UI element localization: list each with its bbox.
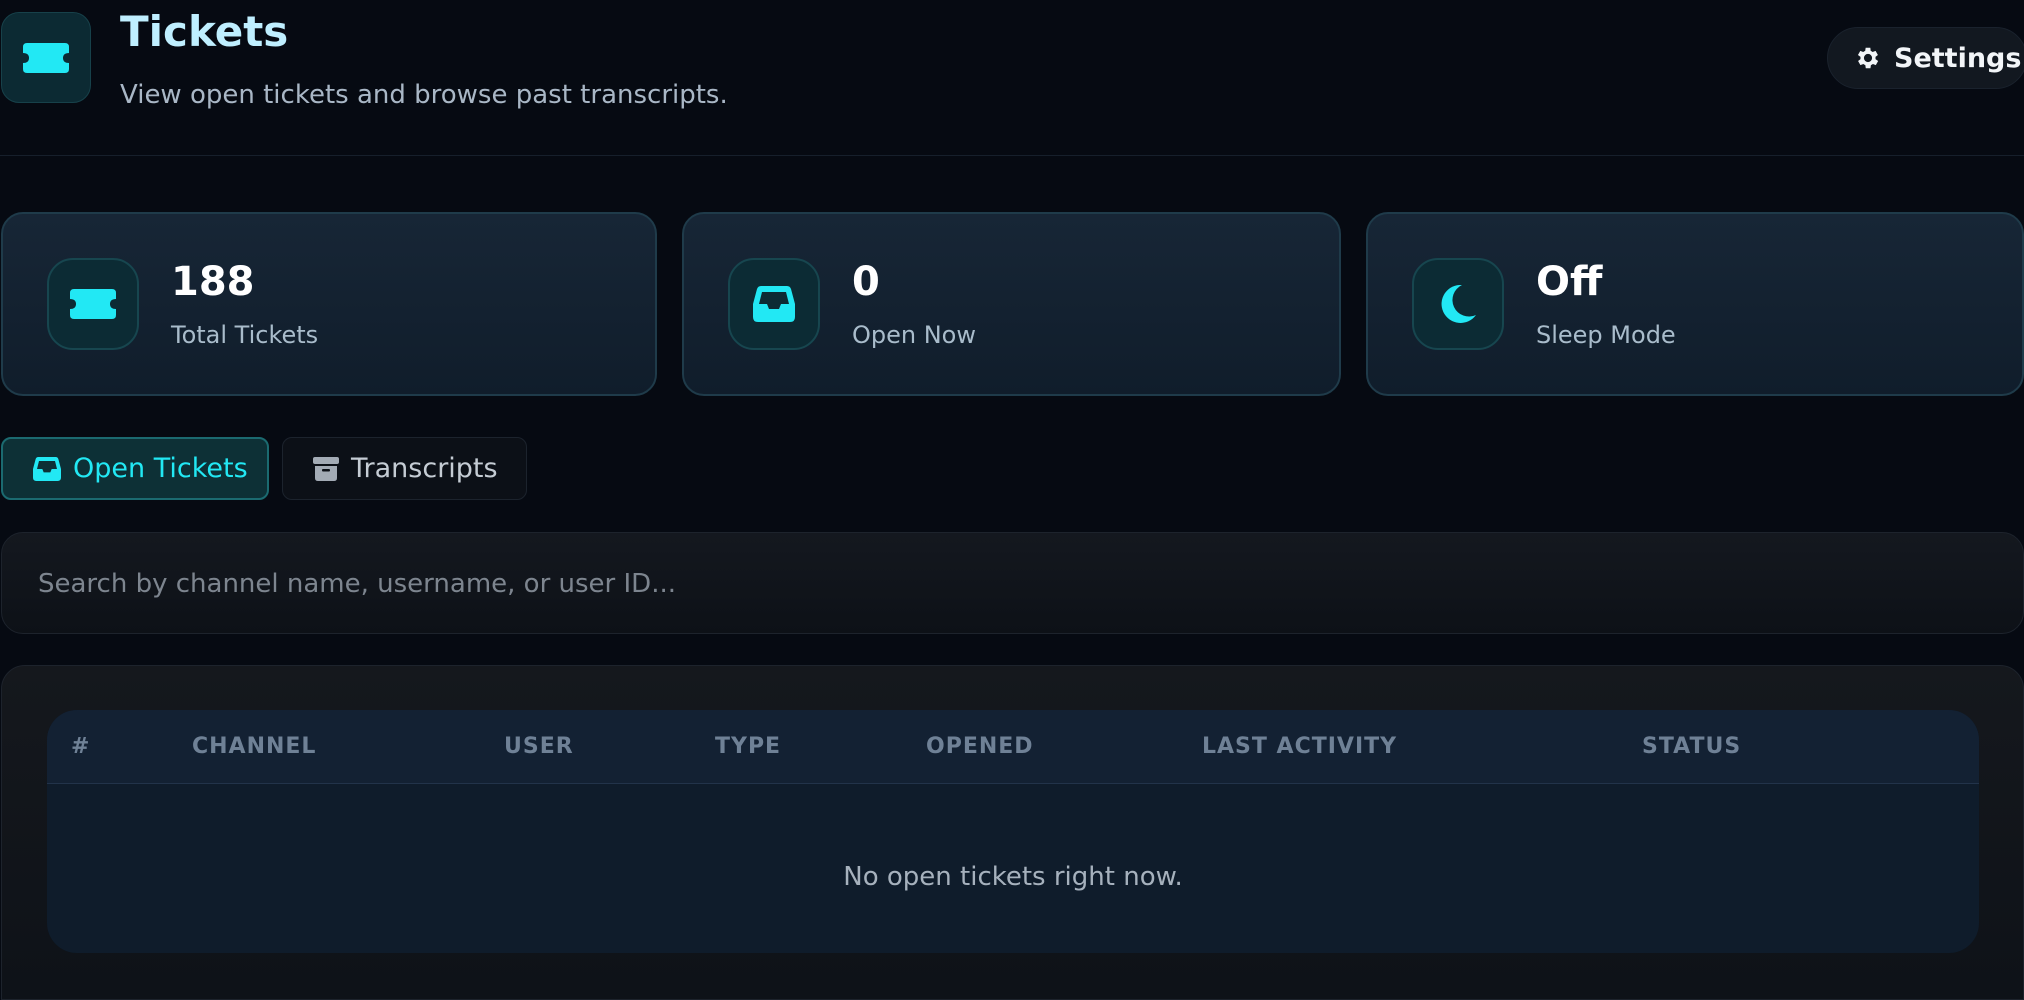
tab-label: Open Tickets [73,453,248,484]
stat-card-total-tickets: 188 Total Tickets [1,212,657,396]
tab-label: Transcripts [351,453,498,484]
stat-label: Sleep Mode [1536,321,1676,349]
settings-label: Settings [1894,42,2022,74]
column-header-user: USER [504,734,574,759]
column-header-opened: OPENED [926,734,1034,759]
stat-label: Open Now [852,321,976,349]
settings-button[interactable]: Settings [1827,27,2024,89]
table-header: # CHANNEL USER TYPE OPENED LAST ACTIVITY… [47,710,1979,784]
inbox-icon [33,456,61,481]
page-subtitle: View open tickets and browse past transc… [120,80,728,110]
ticket-icon [1,12,91,103]
stat-value: Off [1536,259,1603,305]
ticket-icon [47,258,139,350]
search-input[interactable] [38,557,1938,611]
tickets-page: Tickets View open tickets and browse pas… [0,0,2024,1000]
page-header: Tickets View open tickets and browse pas… [0,0,2024,156]
tab-transcripts[interactable]: Transcripts [282,437,527,500]
archive-icon [313,456,339,481]
gear-icon [1854,44,1882,72]
column-header-type: TYPE [715,734,782,759]
stat-card-sleep-mode: Off Sleep Mode [1366,212,2024,396]
moon-icon [1412,258,1504,350]
column-header-last-activity: LAST ACTIVITY [1202,734,1398,759]
column-header-channel: CHANNEL [192,734,317,759]
column-header-status: STATUS [1642,734,1742,759]
inbox-icon [728,258,820,350]
column-header-number: # [71,734,91,759]
search-container [1,532,2024,634]
stat-value: 0 [852,259,880,305]
tab-open-tickets[interactable]: Open Tickets [1,437,269,500]
stat-card-open-now: 0 Open Now [682,212,1341,396]
empty-state-message: No open tickets right now. [843,862,1183,892]
tickets-table: # CHANNEL USER TYPE OPENED LAST ACTIVITY… [47,710,1979,953]
stat-value: 188 [171,259,255,305]
page-title: Tickets [120,7,289,56]
tickets-table-panel: # CHANNEL USER TYPE OPENED LAST ACTIVITY… [1,665,2024,1000]
stat-label: Total Tickets [171,321,319,349]
